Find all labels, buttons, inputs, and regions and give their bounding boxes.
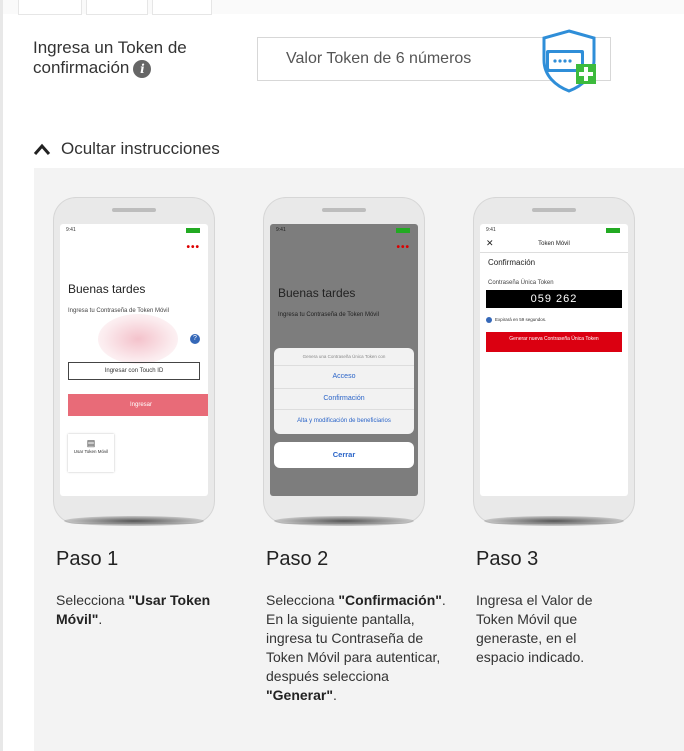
- phone-2-greeting: Buenas tardes: [278, 286, 356, 300]
- phone-2-action-sheet: Genera una Contraseña Única Token con Ac…: [274, 348, 414, 434]
- phone-2-option-beneficiaries: Alta y modificación de beneficiarios: [274, 409, 414, 432]
- step-3-description: Ingresa el Valor de Token Móvil que gene…: [476, 592, 593, 665]
- phone-1-screen: 9:41 ••• Buenas tardes Ingresa tu Contra…: [60, 224, 208, 496]
- phone-1-greeting: Buenas tardes: [68, 282, 146, 296]
- instructions-panel: 9:41 ••• Buenas tardes Ingresa tu Contra…: [34, 168, 684, 751]
- phone-3-screen: 9:41 ✕ Token Móvil Confirmación Contrase…: [480, 224, 628, 496]
- phone-1-help-icon: ?: [190, 334, 200, 344]
- phone-1-menu-dots: •••: [186, 242, 200, 253]
- phone-2-prompt: Ingresa tu Contraseña de Token Móvil: [278, 312, 379, 318]
- left-border: [0, 0, 3, 751]
- top-tab-strip: [0, 0, 684, 15]
- phone-3-generate: Generar nueva Contraseña Única Token: [486, 332, 622, 352]
- phone-3-section: Confirmación: [488, 258, 536, 267]
- phone-1-prompt: Ingresa tu Contraseña de Token Móvil: [68, 308, 169, 314]
- top-tab-3[interactable]: [152, 0, 212, 15]
- phone-1-login: Ingresar: [68, 394, 208, 416]
- step-2-description: Selecciona "Confirmación". En la siguien…: [266, 592, 446, 703]
- chevron-up-icon: [33, 143, 51, 155]
- phone-3-expires: Expirará en 59 segundos.: [486, 317, 546, 323]
- phone-3-field-label: Contraseña Única Token: [488, 280, 554, 286]
- phone-1-touch-id: Ingresar con Touch ID: [68, 362, 200, 380]
- phone-2-menu-dots: •••: [396, 242, 410, 253]
- token-label: Ingresa un Token de confirmación i: [33, 38, 193, 78]
- phone-step-1: 9:41 ••• Buenas tardes Ingresa tu Contra…: [54, 198, 214, 526]
- token-label-text: Ingresa un Token de confirmación: [33, 38, 187, 77]
- step-2-title: Paso 2: [266, 548, 329, 570]
- phone-3-code: 059 262: [486, 290, 622, 308]
- step-1-description: Selecciona "Usar Token Móvil".: [56, 592, 211, 627]
- step-3-title: Paso 3: [476, 548, 539, 570]
- phone-1-use-token: ▤ Usar Token Móvil: [68, 434, 114, 472]
- token-shield-icon: [542, 29, 596, 93]
- phone-step-3: 9:41 ✕ Token Móvil Confirmación Contrase…: [474, 198, 634, 526]
- phone-2-option-confirmation: Confirmación: [274, 388, 414, 409]
- step-1-title: Paso 1: [56, 548, 119, 570]
- toggle-instructions-label: Ocultar instrucciones: [61, 139, 220, 158]
- phone-2-close: Cerrar: [274, 442, 414, 468]
- phone-2-screen: 9:41 ••• Buenas tardes Ingresa tu Contra…: [270, 224, 418, 496]
- info-icon[interactable]: i: [133, 59, 152, 78]
- top-tab-2[interactable]: [86, 0, 148, 15]
- phone-step-2: 9:41 ••• Buenas tardes Ingresa tu Contra…: [264, 198, 424, 526]
- top-tab-1[interactable]: [18, 0, 82, 15]
- phone-3-header: Token Móvil: [538, 241, 570, 247]
- toggle-instructions[interactable]: Ocultar instrucciones: [33, 138, 220, 160]
- phone-2-option-access: Acceso: [274, 365, 414, 388]
